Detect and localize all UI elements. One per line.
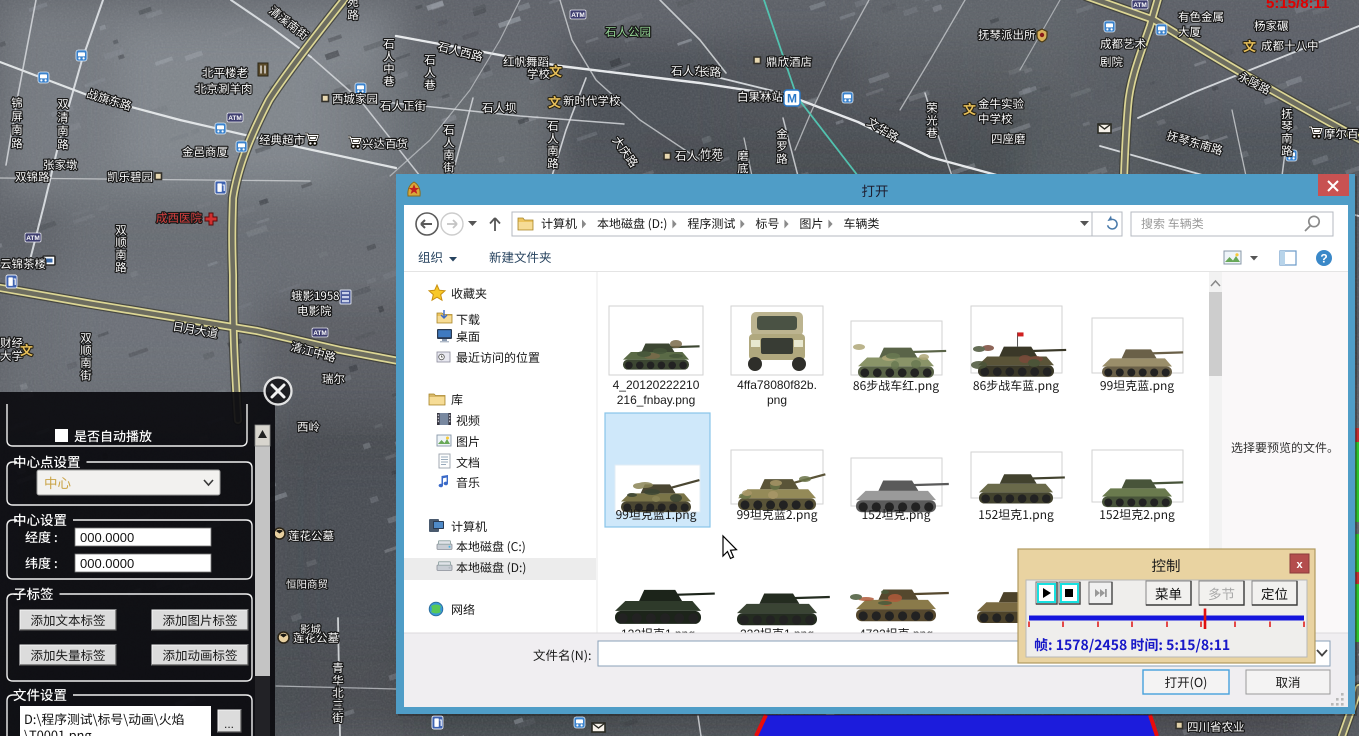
svg-text:4ffa78080f82b.: 4ffa78080f82b. bbox=[737, 378, 817, 392]
svg-text:ATM: ATM bbox=[313, 330, 327, 337]
svg-text:ATM: ATM bbox=[228, 115, 242, 122]
svg-text:000.0000: 000.0000 bbox=[80, 556, 134, 571]
svg-text:ATM: ATM bbox=[571, 12, 585, 19]
svg-text:000.0000: 000.0000 bbox=[80, 530, 134, 545]
svg-text:216_fnbay.png: 216_fnbay.png bbox=[617, 393, 696, 407]
svg-text:5:15/8:11: 5:15/8:11 bbox=[1266, 0, 1329, 12]
svg-text:ATM: ATM bbox=[1133, 2, 1147, 9]
svg-text:ATM: ATM bbox=[26, 235, 40, 242]
svg-text:4_20120222210: 4_20120222210 bbox=[613, 378, 700, 392]
svg-text:M: M bbox=[787, 92, 797, 106]
svg-text:x: x bbox=[1296, 559, 1303, 571]
svg-text:png: png bbox=[767, 393, 787, 407]
svg-text:?: ? bbox=[1320, 252, 1327, 266]
svg-text:...: ... bbox=[224, 717, 234, 731]
